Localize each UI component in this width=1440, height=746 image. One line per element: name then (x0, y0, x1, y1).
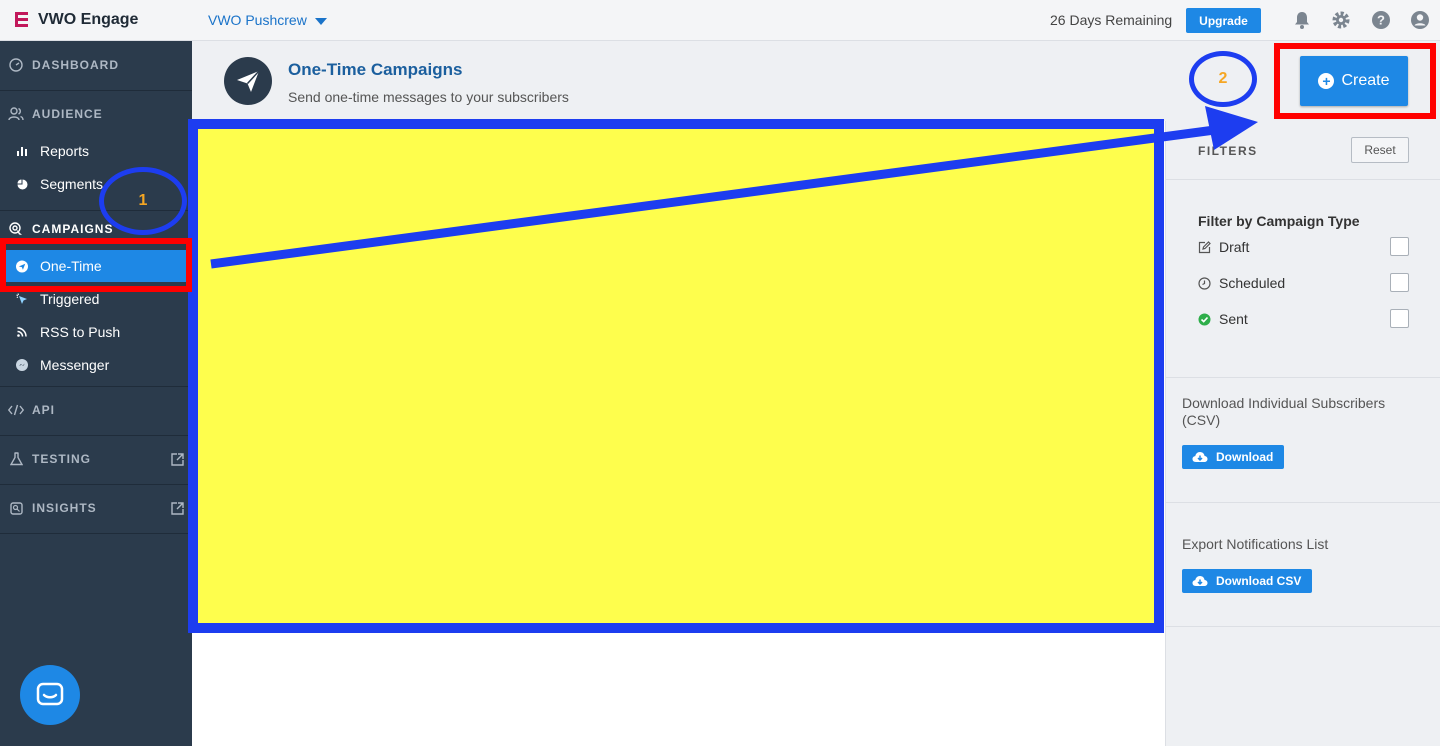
vwo-logo-icon (15, 12, 28, 27)
external-link-icon[interactable] (171, 452, 184, 466)
annotation-highlight-box (188, 119, 1164, 633)
paper-plane-icon (224, 57, 272, 105)
sidebar-item-label: Segments (40, 176, 104, 192)
campaign-icon (8, 221, 24, 237)
sidebar-divider (0, 386, 192, 387)
panel-divider (1166, 502, 1440, 503)
chat-launcher[interactable] (20, 665, 80, 725)
edit-icon (1198, 240, 1211, 254)
upgrade-button[interactable]: Upgrade (1186, 8, 1261, 33)
check-circle-icon (1198, 313, 1211, 326)
sidebar-dashboard[interactable]: DASHBOARD (0, 55, 192, 75)
sidebar-campaigns-label: CAMPAIGNS (32, 222, 114, 236)
scheduled-checkbox[interactable] (1390, 273, 1409, 292)
filters-label: FILTERS (1198, 144, 1258, 158)
download-button-label: Download (1216, 450, 1274, 464)
sidebar-item-label: Triggered (40, 291, 100, 307)
filter-option-label: Draft (1219, 239, 1250, 255)
users-icon (8, 106, 24, 122)
page-title: One-Time Campaigns (288, 60, 463, 79)
sidebar-insights[interactable]: INSIGHTS (0, 498, 192, 518)
sidebar-divider (0, 435, 192, 436)
svg-text:?: ? (1377, 13, 1385, 28)
download-csv-button[interactable]: Download CSV (1182, 569, 1313, 593)
cloud-download-icon (1192, 575, 1208, 587)
sidebar-item-label: Reports (40, 143, 90, 159)
annotation-red-box-create (1274, 43, 1436, 119)
sidebar-item-label: Messenger (40, 357, 110, 373)
annotation-red-box-one-time (0, 238, 192, 292)
sidebar-divider (0, 484, 192, 485)
draft-checkbox[interactable] (1390, 237, 1409, 256)
sidebar-divider (0, 533, 192, 534)
external-link-icon[interactable] (171, 501, 184, 515)
top-bar: VWO Engage VWO Pushcrew 26 Days Remainin… (0, 0, 1440, 41)
sidebar-audience-label: AUDIENCE (32, 107, 103, 121)
filter-option-sent[interactable]: Sent (1198, 309, 1409, 329)
panel-divider (1166, 377, 1440, 378)
panel-divider (1166, 626, 1440, 627)
page-subtitle: Send one-time messages to your subscribe… (288, 89, 569, 105)
help-icon[interactable]: ? (1371, 10, 1391, 30)
bell-icon[interactable] (1292, 10, 1312, 30)
filters-panel: FILTERS Reset Filter by Campaign Type Dr… (1165, 121, 1440, 746)
filter-option-label: Sent (1219, 311, 1248, 327)
app-logo[interactable]: VWO Engage (14, 11, 138, 29)
bar-chart-icon (16, 145, 28, 157)
filter-heading: Filter by Campaign Type (1198, 213, 1360, 229)
account-switcher[interactable]: VWO Pushcrew (208, 12, 327, 28)
download-csv-button-label: Download CSV (1216, 574, 1302, 588)
filter-option-draft[interactable]: Draft (1198, 237, 1409, 257)
trial-days-remaining: 26 Days Remaining (1050, 12, 1173, 28)
pie-chart-icon (16, 178, 28, 190)
sidebar-audience[interactable]: AUDIENCE (0, 104, 192, 124)
sidebar-testing[interactable]: TESTING (0, 449, 192, 469)
sidebar-insights-label: INSIGHTS (32, 501, 97, 515)
user-account-icon[interactable] (1410, 10, 1430, 30)
sidebar-item-messenger[interactable]: Messenger (0, 349, 192, 381)
gear-icon[interactable] (1331, 10, 1351, 30)
flask-icon (8, 451, 24, 467)
chat-icon (36, 682, 64, 706)
messenger-icon (16, 359, 28, 371)
sidebar-testing-label: TESTING (32, 452, 92, 466)
sidebar: DASHBOARD AUDIENCE Reports Segments CAMP… (0, 41, 192, 746)
cloud-download-icon (1192, 451, 1208, 463)
sidebar-api-label: API (32, 403, 56, 417)
caret-down-icon (314, 18, 327, 25)
code-icon (8, 402, 24, 418)
sidebar-item-label: RSS to Push (40, 324, 121, 340)
sidebar-divider (0, 90, 192, 91)
annotation-step-2-label: 2 (1218, 70, 1228, 87)
annotation-step-2-circle: 2 (1189, 51, 1257, 107)
account-name: VWO Pushcrew (208, 12, 307, 28)
sent-checkbox[interactable] (1390, 309, 1409, 328)
sidebar-api[interactable]: API (0, 400, 192, 420)
insights-icon (8, 500, 24, 516)
rss-icon (16, 326, 28, 338)
download-subscribers-button[interactable]: Download (1182, 445, 1285, 469)
sidebar-item-reports[interactable]: Reports (0, 135, 192, 167)
annotation-step-1-label: 1 (138, 192, 148, 209)
speedometer-icon (8, 57, 24, 73)
annotation-step-1-circle: 1 (99, 167, 187, 235)
sidebar-dashboard-label: DASHBOARD (32, 58, 119, 72)
panel-divider (1166, 179, 1440, 180)
clock-icon (1198, 276, 1211, 290)
sidebar-item-rss-to-push[interactable]: RSS to Push (0, 316, 192, 348)
export-notifications-text: Export Notifications List (1182, 536, 1329, 552)
filter-option-scheduled[interactable]: Scheduled (1198, 273, 1409, 293)
cursor-click-icon (16, 293, 28, 305)
reset-filters-button[interactable]: Reset (1351, 137, 1409, 163)
download-subscribers-text: Download Individual Subscribers (CSV) (1182, 395, 1386, 428)
filter-option-label: Scheduled (1219, 275, 1286, 291)
app-name: VWO Engage (38, 11, 139, 28)
